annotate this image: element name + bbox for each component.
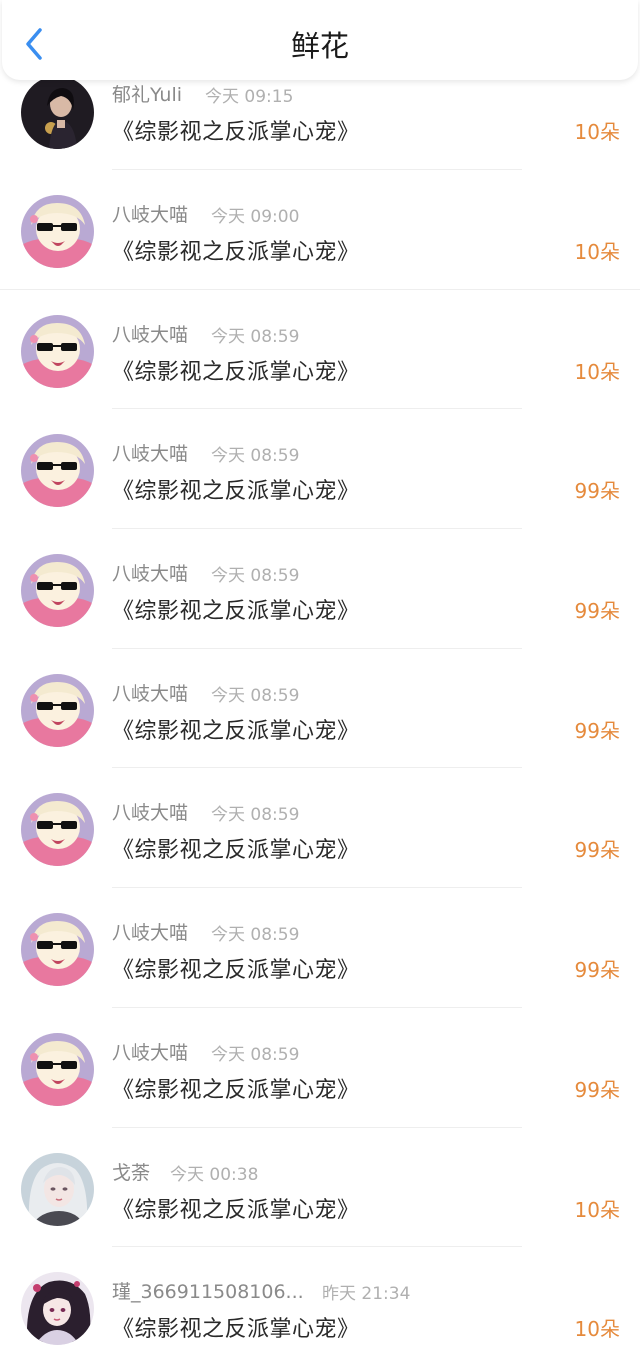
- user-name[interactable]: 瑾_366911508106...: [112, 1277, 304, 1304]
- user-name[interactable]: 郁礼Yuli: [112, 80, 182, 107]
- timestamp: 今天 08:59: [211, 446, 300, 467]
- avatar[interactable]: [21, 793, 94, 867]
- avatar[interactable]: [21, 1032, 94, 1106]
- book-title[interactable]: 《综影视之反派掌心宠》: [112, 952, 360, 984]
- anime-silver-hair-avatar: [21, 1152, 94, 1226]
- avatar[interactable]: [21, 913, 94, 987]
- anime-sunglasses-avatar: [21, 554, 94, 628]
- anime-sunglasses-avatar: [21, 434, 94, 508]
- flower-count: 99朵: [574, 599, 620, 624]
- flower-count: 10朵: [574, 359, 620, 384]
- anime-dark-hair-avatar: [21, 1272, 94, 1346]
- list-item[interactable]: 郁礼Yuli 今天 09:15 《综影视之反派掌心宠》 10朵: [0, 70, 640, 170]
- book-title[interactable]: 《综影视之反派掌心宠》: [112, 593, 360, 625]
- timestamp: 昨天 21:34: [322, 1284, 411, 1305]
- user-name[interactable]: 八岐大喵: [112, 1038, 188, 1065]
- page-title: 鲜花: [290, 29, 349, 63]
- timestamp: 今天 08:59: [211, 1044, 300, 1065]
- timestamp: 今天 08:59: [211, 566, 300, 587]
- anime-sunglasses-avatar: [21, 673, 94, 747]
- user-name[interactable]: 八岐大喵: [112, 918, 188, 945]
- user-name[interactable]: 戈荼: [112, 1158, 150, 1185]
- list-item[interactable]: 八岐大喵 今天 08:59 《综影视之反派掌心宠》 99朵: [0, 888, 640, 1008]
- timestamp: 今天 09:00: [211, 207, 300, 227]
- flower-count: 10朵: [574, 1197, 620, 1222]
- flower-count: 10朵: [574, 240, 620, 264]
- top-bar: 鲜花: [2, 0, 638, 80]
- list-item[interactable]: 八岐大喵 今天 08:59 《综影视之反派掌心宠》 10朵: [0, 290, 640, 410]
- flower-count: 10朵: [574, 1317, 620, 1342]
- flower-count: 99朵: [574, 479, 620, 504]
- flower-list: 郁礼Yuli 今天 09:15 《综影视之反派掌心宠》 10朵 八岐大喵 今天 …: [0, 70, 640, 1352]
- timestamp: 今天 00:38: [170, 1164, 259, 1185]
- avatar[interactable]: [21, 195, 94, 268]
- list-item[interactable]: 戈荼 今天 00:38 《综影视之反派掌心宠》 10朵: [0, 1128, 640, 1248]
- book-title[interactable]: 《综影视之反派掌心宠》: [112, 713, 360, 745]
- anime-sunglasses-avatar: [21, 913, 94, 987]
- book-title[interactable]: 《综影视之反派掌心宠》: [112, 234, 360, 266]
- timestamp: 今天 08:59: [211, 925, 300, 946]
- list-item[interactable]: 八岐大喵 今天 08:59 《综影视之反派掌心宠》 99朵: [0, 529, 640, 649]
- avatar[interactable]: [21, 76, 94, 149]
- flower-count: 99朵: [574, 838, 620, 863]
- timestamp: 今天 09:15: [205, 87, 294, 107]
- book-title[interactable]: 《综影视之反派掌心宠》: [112, 1072, 360, 1104]
- book-title[interactable]: 《综影视之反派掌心宠》: [112, 1192, 360, 1224]
- flower-count: 99朵: [574, 1077, 620, 1102]
- avatar[interactable]: [21, 1272, 94, 1346]
- user-name[interactable]: 八岐大喵: [112, 559, 188, 586]
- timestamp: 今天 08:59: [211, 685, 300, 706]
- user-name[interactable]: 八岐大喵: [112, 439, 188, 466]
- timestamp: 今天 08:59: [211, 805, 300, 826]
- list-item[interactable]: 八岐大喵 今天 08:59 《综影视之反派掌心宠》 99朵: [0, 768, 640, 889]
- book-title[interactable]: 《综影视之反派掌心宠》: [112, 473, 360, 505]
- book-title[interactable]: 《综影视之反派掌心宠》: [112, 114, 360, 146]
- user-name[interactable]: 八岐大喵: [112, 798, 188, 825]
- book-title[interactable]: 《综影视之反派掌心宠》: [112, 832, 360, 864]
- flower-count: 99朵: [574, 718, 620, 743]
- avatar[interactable]: [21, 1152, 94, 1226]
- list-item[interactable]: 瑾_366911508106... 昨天 21:34 《综影视之反派掌心宠》 1…: [0, 1247, 640, 1352]
- list-item[interactable]: 八岐大喵 今天 08:59 《综影视之反派掌心宠》 99朵: [0, 649, 640, 769]
- avatar[interactable]: [21, 554, 94, 628]
- user-name[interactable]: 八岐大喵: [112, 200, 188, 227]
- anime-sunglasses-avatar: [21, 1032, 94, 1106]
- timestamp: 今天 08:59: [211, 326, 300, 347]
- list-item[interactable]: 八岐大喵 今天 09:00 《综影视之反派掌心宠》 10朵: [0, 170, 640, 290]
- avatar[interactable]: [21, 434, 94, 508]
- book-title[interactable]: 《综影视之反派掌心宠》: [112, 354, 360, 386]
- list-item[interactable]: 八岐大喵 今天 08:59 《综影视之反派掌心宠》 99朵: [0, 409, 640, 530]
- user-name[interactable]: 八岐大喵: [112, 320, 188, 347]
- photo-girl-avatar: [21, 76, 94, 149]
- avatar[interactable]: [21, 314, 94, 388]
- flower-count: 10朵: [574, 120, 620, 144]
- avatar[interactable]: [21, 673, 94, 747]
- flowers-page: 郁礼Yuli 今天 09:15 《综影视之反派掌心宠》 10朵 八岐大喵 今天 …: [0, 0, 640, 1352]
- book-title[interactable]: 《综影视之反派掌心宠》: [112, 1311, 360, 1343]
- flower-count: 99朵: [574, 958, 620, 983]
- anime-sunglasses-avatar: [21, 314, 94, 388]
- anime-sunglasses-avatar: [21, 793, 94, 867]
- list-item[interactable]: 八岐大喵 今天 08:59 《综影视之反派掌心宠》 99朵: [0, 1008, 640, 1128]
- anime-sunglasses-avatar: [21, 195, 94, 268]
- user-name[interactable]: 八岐大喵: [112, 679, 188, 706]
